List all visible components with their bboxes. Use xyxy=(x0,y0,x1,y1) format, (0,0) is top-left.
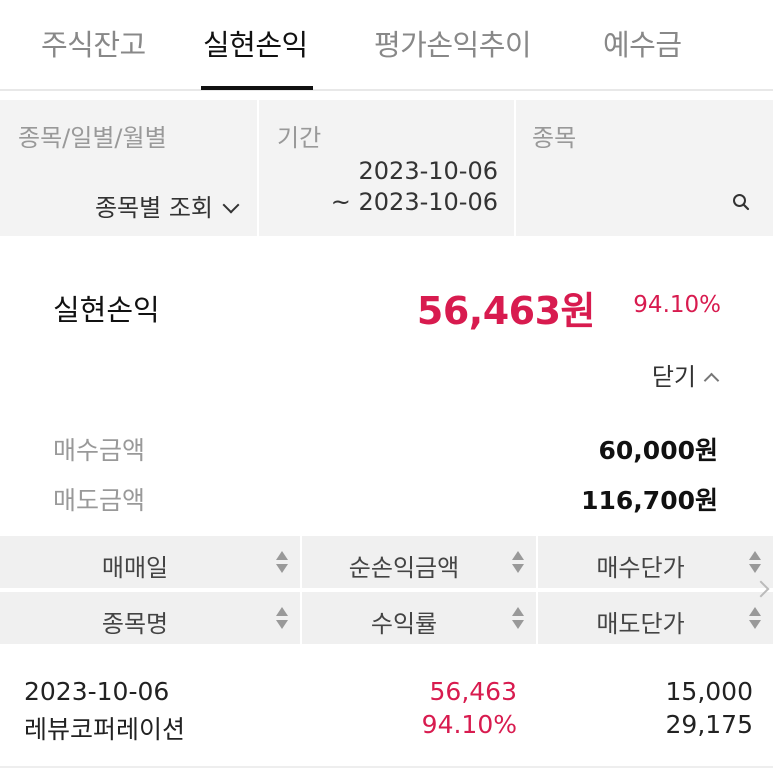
active-tab-indicator xyxy=(201,86,313,90)
header-label: 매매일 xyxy=(101,554,169,582)
stock-label: 종목 xyxy=(532,124,577,152)
tab-stock-balance[interactable]: 주식잔고 xyxy=(41,22,146,64)
sort-icon xyxy=(749,551,761,575)
view-mode-value-text: 종목별 조회 xyxy=(94,194,213,222)
sort-icon xyxy=(276,607,288,631)
trade-date: 2023-10-06 xyxy=(24,677,170,706)
header-label: 매수단가 xyxy=(596,554,685,582)
sort-header-buy-price[interactable]: 매수단가 xyxy=(538,536,773,588)
sort-header-return-rate[interactable]: 수익률 xyxy=(302,592,536,644)
view-mode-select[interactable]: 종목/일별/월별 종목별 조회 xyxy=(0,100,257,236)
chevron-down-icon xyxy=(222,196,240,214)
sort-header-trade-date[interactable]: 매매일 xyxy=(0,536,300,588)
sort-header-net-profit[interactable]: 순손익금액 xyxy=(302,536,536,588)
collapse-button[interactable]: 닫기 xyxy=(651,357,720,392)
row-divider xyxy=(0,766,773,768)
tab-deposit[interactable]: 예수금 xyxy=(603,22,682,64)
sort-header-sell-price[interactable]: 매도단가 xyxy=(538,592,773,644)
view-mode-label: 종목/일별/월별 xyxy=(18,124,167,152)
period-label: 기간 xyxy=(277,124,322,152)
header-label: 매도단가 xyxy=(596,610,685,638)
header-label: 수익률 xyxy=(370,610,438,638)
sell-amount-value: 116,700원 xyxy=(581,486,718,515)
collapse-label: 닫기 xyxy=(651,363,696,391)
tab-valuation-trend[interactable]: 평가손익추이 xyxy=(374,22,532,64)
sort-icon xyxy=(512,607,524,631)
return-rate: 94.10% xyxy=(421,710,517,739)
sort-icon xyxy=(512,551,524,575)
period-end: ~ 2023-10-06 xyxy=(330,188,498,216)
sort-header-stock-name[interactable]: 종목명 xyxy=(0,592,300,644)
sort-icon xyxy=(749,607,761,631)
sell-amount-label: 매도금액 xyxy=(53,486,146,515)
filter-panel: 종목/일별/월별 종목별 조회 기간 2023-10-06 ~ 2023-10-… xyxy=(0,100,773,236)
buy-amount-label: 매수금액 xyxy=(53,436,146,465)
realized-pnl-rate: 94.10% xyxy=(633,292,721,318)
header-label: 순손익금액 xyxy=(348,554,460,582)
sell-price: 29,175 xyxy=(665,710,753,739)
tab-realized-pnl[interactable]: 실현손익 xyxy=(203,22,308,64)
buy-price: 15,000 xyxy=(665,677,753,706)
chevron-up-icon xyxy=(703,372,720,389)
period-select[interactable]: 기간 2023-10-06 ~ 2023-10-06 xyxy=(259,100,514,236)
view-mode-value[interactable]: 종목별 조회 xyxy=(94,188,240,223)
realized-pnl-label: 실현손익 xyxy=(53,293,160,327)
sort-icon xyxy=(276,551,288,575)
stock-search[interactable]: 종목 xyxy=(516,100,773,236)
buy-amount-value: 60,000원 xyxy=(598,436,718,465)
search-icon[interactable] xyxy=(732,193,750,211)
net-profit: 56,463 xyxy=(429,677,517,706)
header-label: 종목명 xyxy=(101,610,169,638)
realized-pnl-amount: 56,463원 xyxy=(416,289,596,333)
stock-name: 레뷰코퍼레이션 xyxy=(24,715,186,744)
table-header: 매매일 순손익금액 매수단가 종목명 수익률 매도단가 xyxy=(0,536,773,646)
period-start: 2023-10-06 xyxy=(358,157,498,185)
tab-bar: 주식잔고 실현손익 평가손익추이 예수금 xyxy=(0,0,773,91)
